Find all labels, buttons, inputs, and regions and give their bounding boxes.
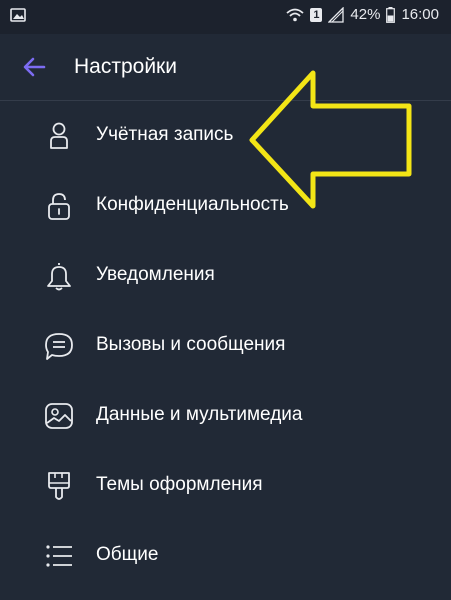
list-icon	[46, 545, 72, 567]
menu-item-account[interactable]: Учётная запись	[0, 100, 451, 170]
menu-item-notifications[interactable]: Уведомления	[0, 240, 451, 310]
person-icon	[50, 122, 68, 149]
menu-item-label: Уведомления	[96, 264, 215, 285]
menu-item-label: Общие	[96, 544, 159, 565]
clock: 16:00	[401, 6, 439, 23]
menu-item-data-media[interactable]: Данные и мультимедиа	[0, 380, 451, 450]
paint-brush-icon	[48, 472, 70, 500]
menu-item-themes[interactable]: Темы оформления	[0, 450, 451, 520]
status-bar: 1 42% 16:00	[0, 0, 451, 34]
gallery-icon	[10, 8, 26, 22]
menu-item-label: Конфиденциальность	[96, 194, 289, 215]
menu-item-label: Темы оформления	[96, 474, 263, 495]
menu-item-label: Вызовы и сообщения	[96, 334, 286, 355]
menu-item-general[interactable]: Общие	[0, 520, 451, 590]
menu-item-label: Учётная запись	[96, 124, 234, 145]
chat-bubble-icon	[45, 333, 73, 360]
battery-icon	[386, 6, 396, 23]
wifi-icon	[286, 8, 305, 21]
image-icon	[45, 403, 73, 429]
signal-icon	[328, 6, 345, 23]
sim-icon: 1	[310, 7, 323, 22]
menu-item-label: Данные и мультимедиа	[96, 404, 303, 425]
lock-icon	[48, 193, 70, 220]
menu-item-privacy[interactable]: Конфиденциальность	[0, 170, 451, 240]
battery-percent: 42%	[350, 6, 381, 23]
app-bar: Настройки	[0, 34, 451, 101]
arrow-left-icon[interactable]	[22, 54, 48, 80]
bell-icon	[47, 263, 71, 291]
menu-item-calls-messages[interactable]: Вызовы и сообщения	[0, 310, 451, 380]
page-title: Настройки	[74, 55, 177, 78]
